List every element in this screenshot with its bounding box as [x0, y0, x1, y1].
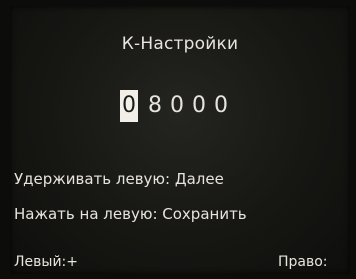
lcd-screen: К-Настройки 0 8 0 0 0 Удерживать левую: …	[10, 6, 350, 274]
softkey-left[interactable]: Левый:+	[14, 254, 78, 270]
code-digit-selected[interactable]: 0	[120, 90, 138, 122]
code-digit[interactable]: 0	[210, 90, 232, 122]
device-bezel: К-Настройки 0 8 0 0 0 Удерживать левую: …	[0, 0, 356, 279]
hint-hold-left: Удерживать левую: Далее	[14, 170, 224, 188]
screen-title: К-Настройки	[121, 34, 239, 54]
code-digit[interactable]: 0	[188, 90, 210, 122]
code-input[interactable]: 0 8 0 0 0	[120, 90, 232, 122]
hint-press-left: Нажать на левую: Сохранить	[14, 205, 247, 223]
code-digit[interactable]: 8	[144, 90, 166, 122]
code-digit[interactable]: 0	[166, 90, 188, 122]
softkey-right[interactable]: Право:	[278, 254, 328, 270]
softkey-bar: Левый:+ Право:	[10, 254, 350, 274]
